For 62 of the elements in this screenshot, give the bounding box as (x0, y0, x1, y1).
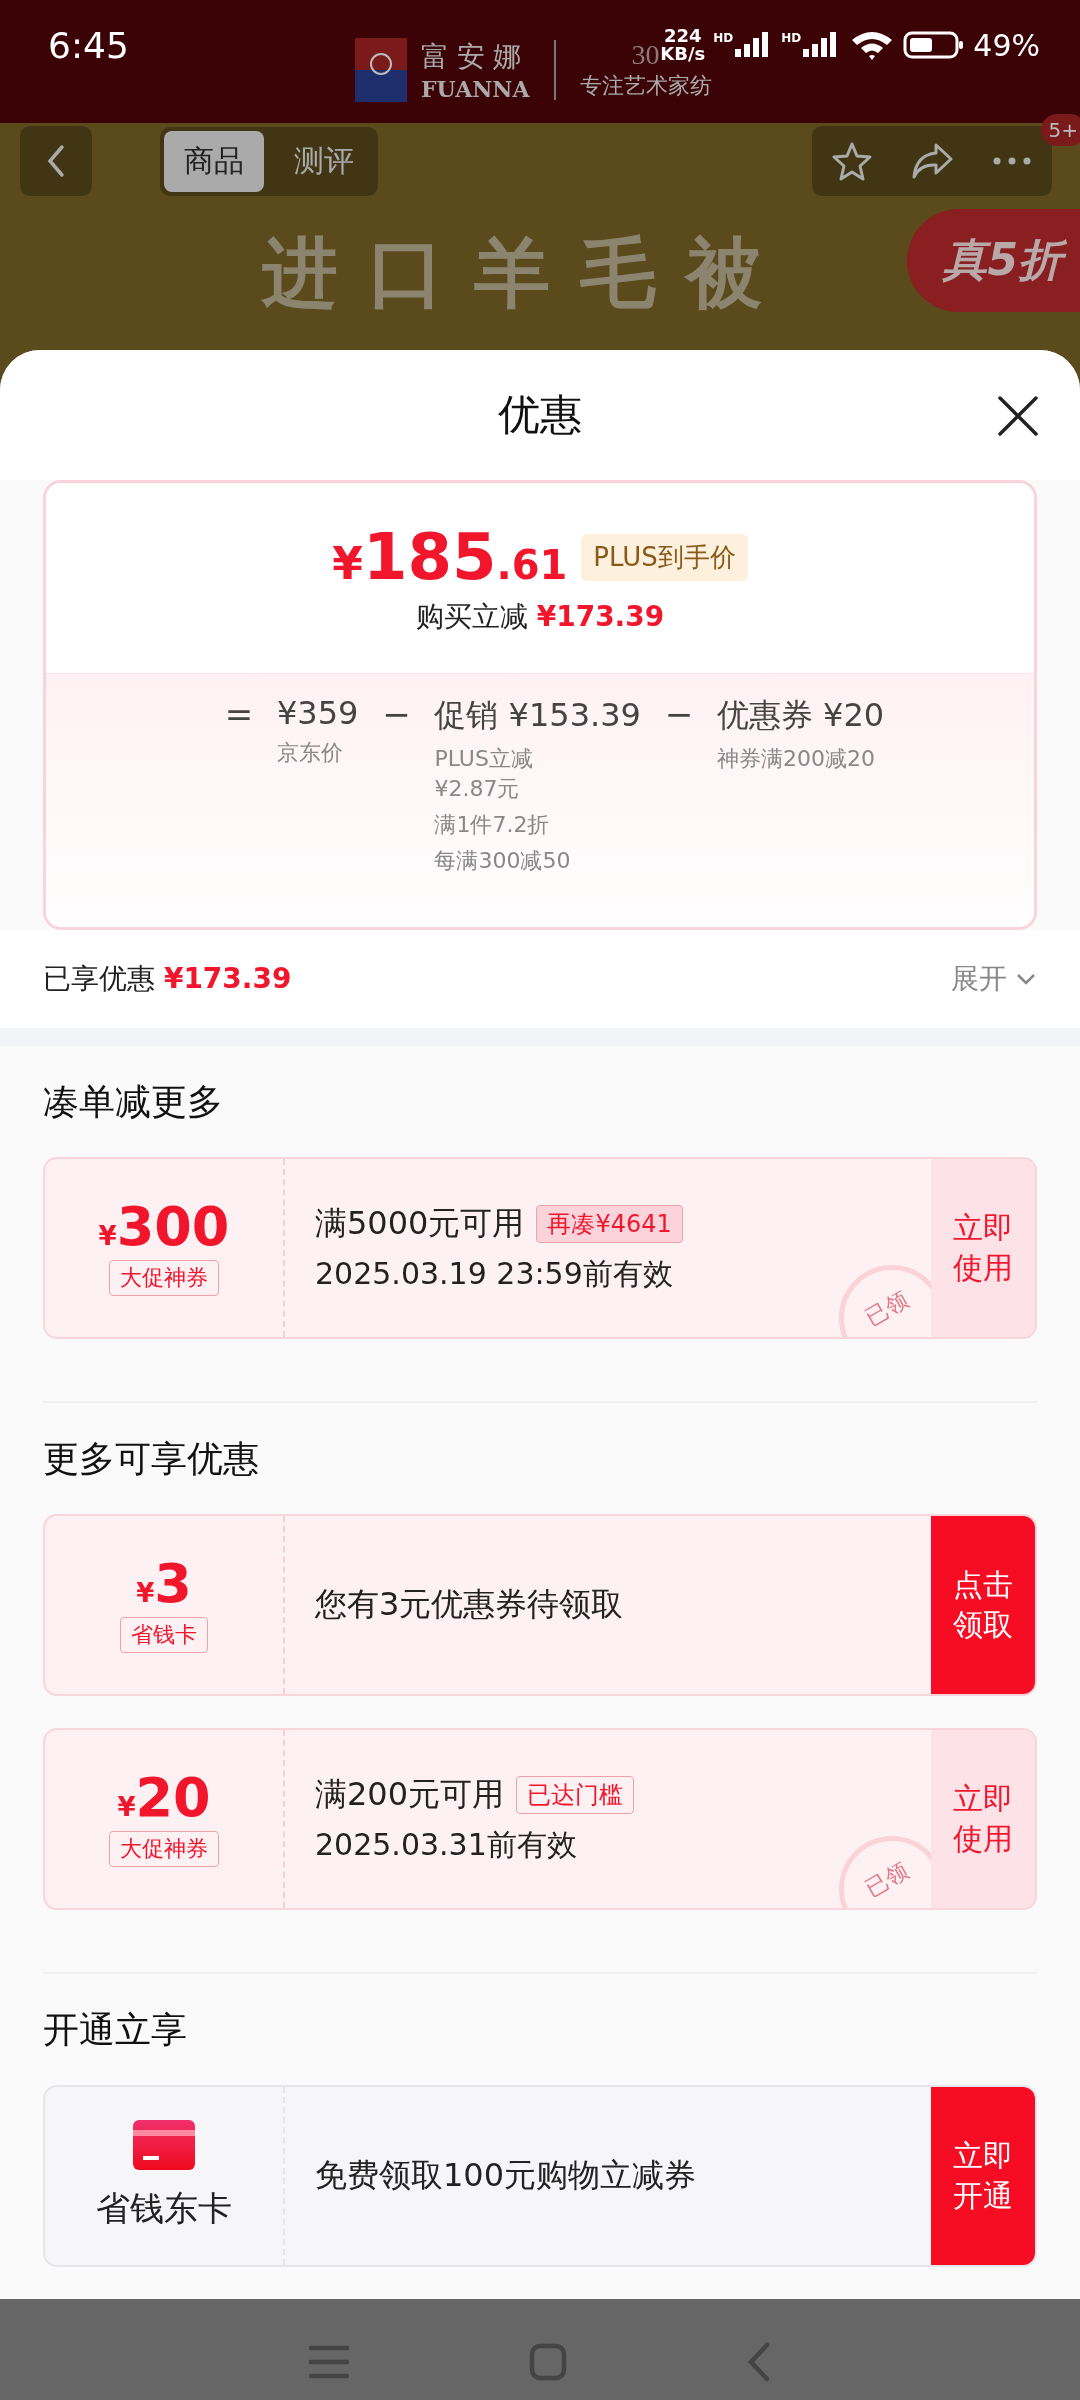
nav-tab[interactable]: 商品 (164, 130, 264, 192)
breakdown-value: 促销 ¥153.39 (434, 695, 641, 736)
coupon-action-button[interactable]: 立即使用 (931, 1730, 1035, 1908)
operator-sign: = (223, 694, 255, 734)
coupon-condition: 满200元可用 (315, 1773, 505, 1815)
brand-name-latin: FUANNA (421, 76, 530, 102)
status-time: 6:45 (48, 24, 129, 66)
section-title: 凑单减更多 (43, 1080, 224, 1124)
coupon-condition: 您有3元优惠券待领取 (315, 1584, 624, 1625)
network-label: HD (781, 31, 802, 45)
operator-sign: − (381, 694, 412, 734)
coupon-tag: 大促神券 (109, 1260, 219, 1296)
brand-logo-icon (355, 38, 407, 102)
coupon-tag: 大促神券 (109, 1831, 219, 1867)
coupon-condition: 免费领取100元购物立减券 (315, 2155, 697, 2196)
section-title: 更多可享优惠 (43, 1437, 260, 1481)
coupon-validity: 2025.03.19 23:59前有效 (315, 1254, 674, 1293)
star-icon[interactable] (832, 141, 872, 181)
banner-headline: 进口羊毛被 (262, 227, 792, 319)
coupon-validity: 2025.03.31前有效 (315, 1825, 578, 1864)
discount-sticker: 真5折 (907, 209, 1080, 312)
section-title: 开通立享 (43, 2008, 188, 2052)
back-button[interactable] (20, 126, 92, 196)
breakdown-note: 神券满200减20 (716, 745, 876, 773)
network-label: HD (713, 31, 734, 45)
coupon-action-button[interactable]: 点击领取 (931, 1516, 1035, 1694)
breakdown-note: 每满300减50 (434, 847, 572, 875)
expand-button[interactable]: 展开 (951, 960, 1037, 998)
notification-badge: 5+ (1040, 114, 1080, 146)
coupon-tag: 省钱卡 (120, 1617, 208, 1653)
breakdown-note: 满1件7.2折 (434, 811, 551, 839)
brand-name: 富安娜 (421, 39, 530, 75)
breakdown-value: 优惠券 ¥20 (716, 695, 885, 736)
coupon-amount: ¥300 (98, 1200, 230, 1254)
breakdown-value: ¥359 (277, 694, 359, 732)
more-icon[interactable] (992, 156, 1032, 166)
membership-label: 省钱东卡 (96, 2187, 232, 2230)
coupon-chip: 再凑¥4641 (536, 1204, 683, 1243)
final-price: ¥185.61 (332, 520, 568, 594)
total-savings: 已享优惠 ¥173.39 (43, 961, 292, 997)
share-icon[interactable] (910, 141, 954, 181)
brand-slogan: 专注艺术家纺 (579, 72, 712, 100)
sheet-title: 优惠 (498, 389, 582, 441)
price-tag: PLUS到手价 (581, 533, 748, 581)
coupon-condition: 满5000元可用 (315, 1202, 525, 1244)
card-icon (133, 2120, 195, 2170)
close-icon[interactable] (996, 394, 1040, 438)
breakdown-note: PLUS立减¥2.87元 (434, 745, 534, 803)
instant-discount: 购买立减 ¥173.39 (415, 599, 665, 635)
battery-level: 49% (973, 27, 1040, 63)
chevron-icon (1015, 972, 1037, 986)
battery-icon (903, 30, 966, 60)
operator-sign: − (663, 694, 695, 734)
brand-years: 30 (631, 39, 660, 71)
nav-tab[interactable]: 测评 (274, 130, 374, 192)
coupon-amount: ¥3 (136, 1557, 192, 1611)
coupon-action-button[interactable]: 立即开通 (931, 2087, 1035, 2265)
coupon-action-button[interactable]: 立即使用 (931, 1159, 1035, 1337)
coupon-chip: 已达门槛 (516, 1775, 635, 1814)
breakdown-note: 京东价 (277, 739, 344, 767)
network-speed: 224 KB/s (660, 27, 706, 63)
coupon-amount: ¥20 (117, 1771, 211, 1825)
